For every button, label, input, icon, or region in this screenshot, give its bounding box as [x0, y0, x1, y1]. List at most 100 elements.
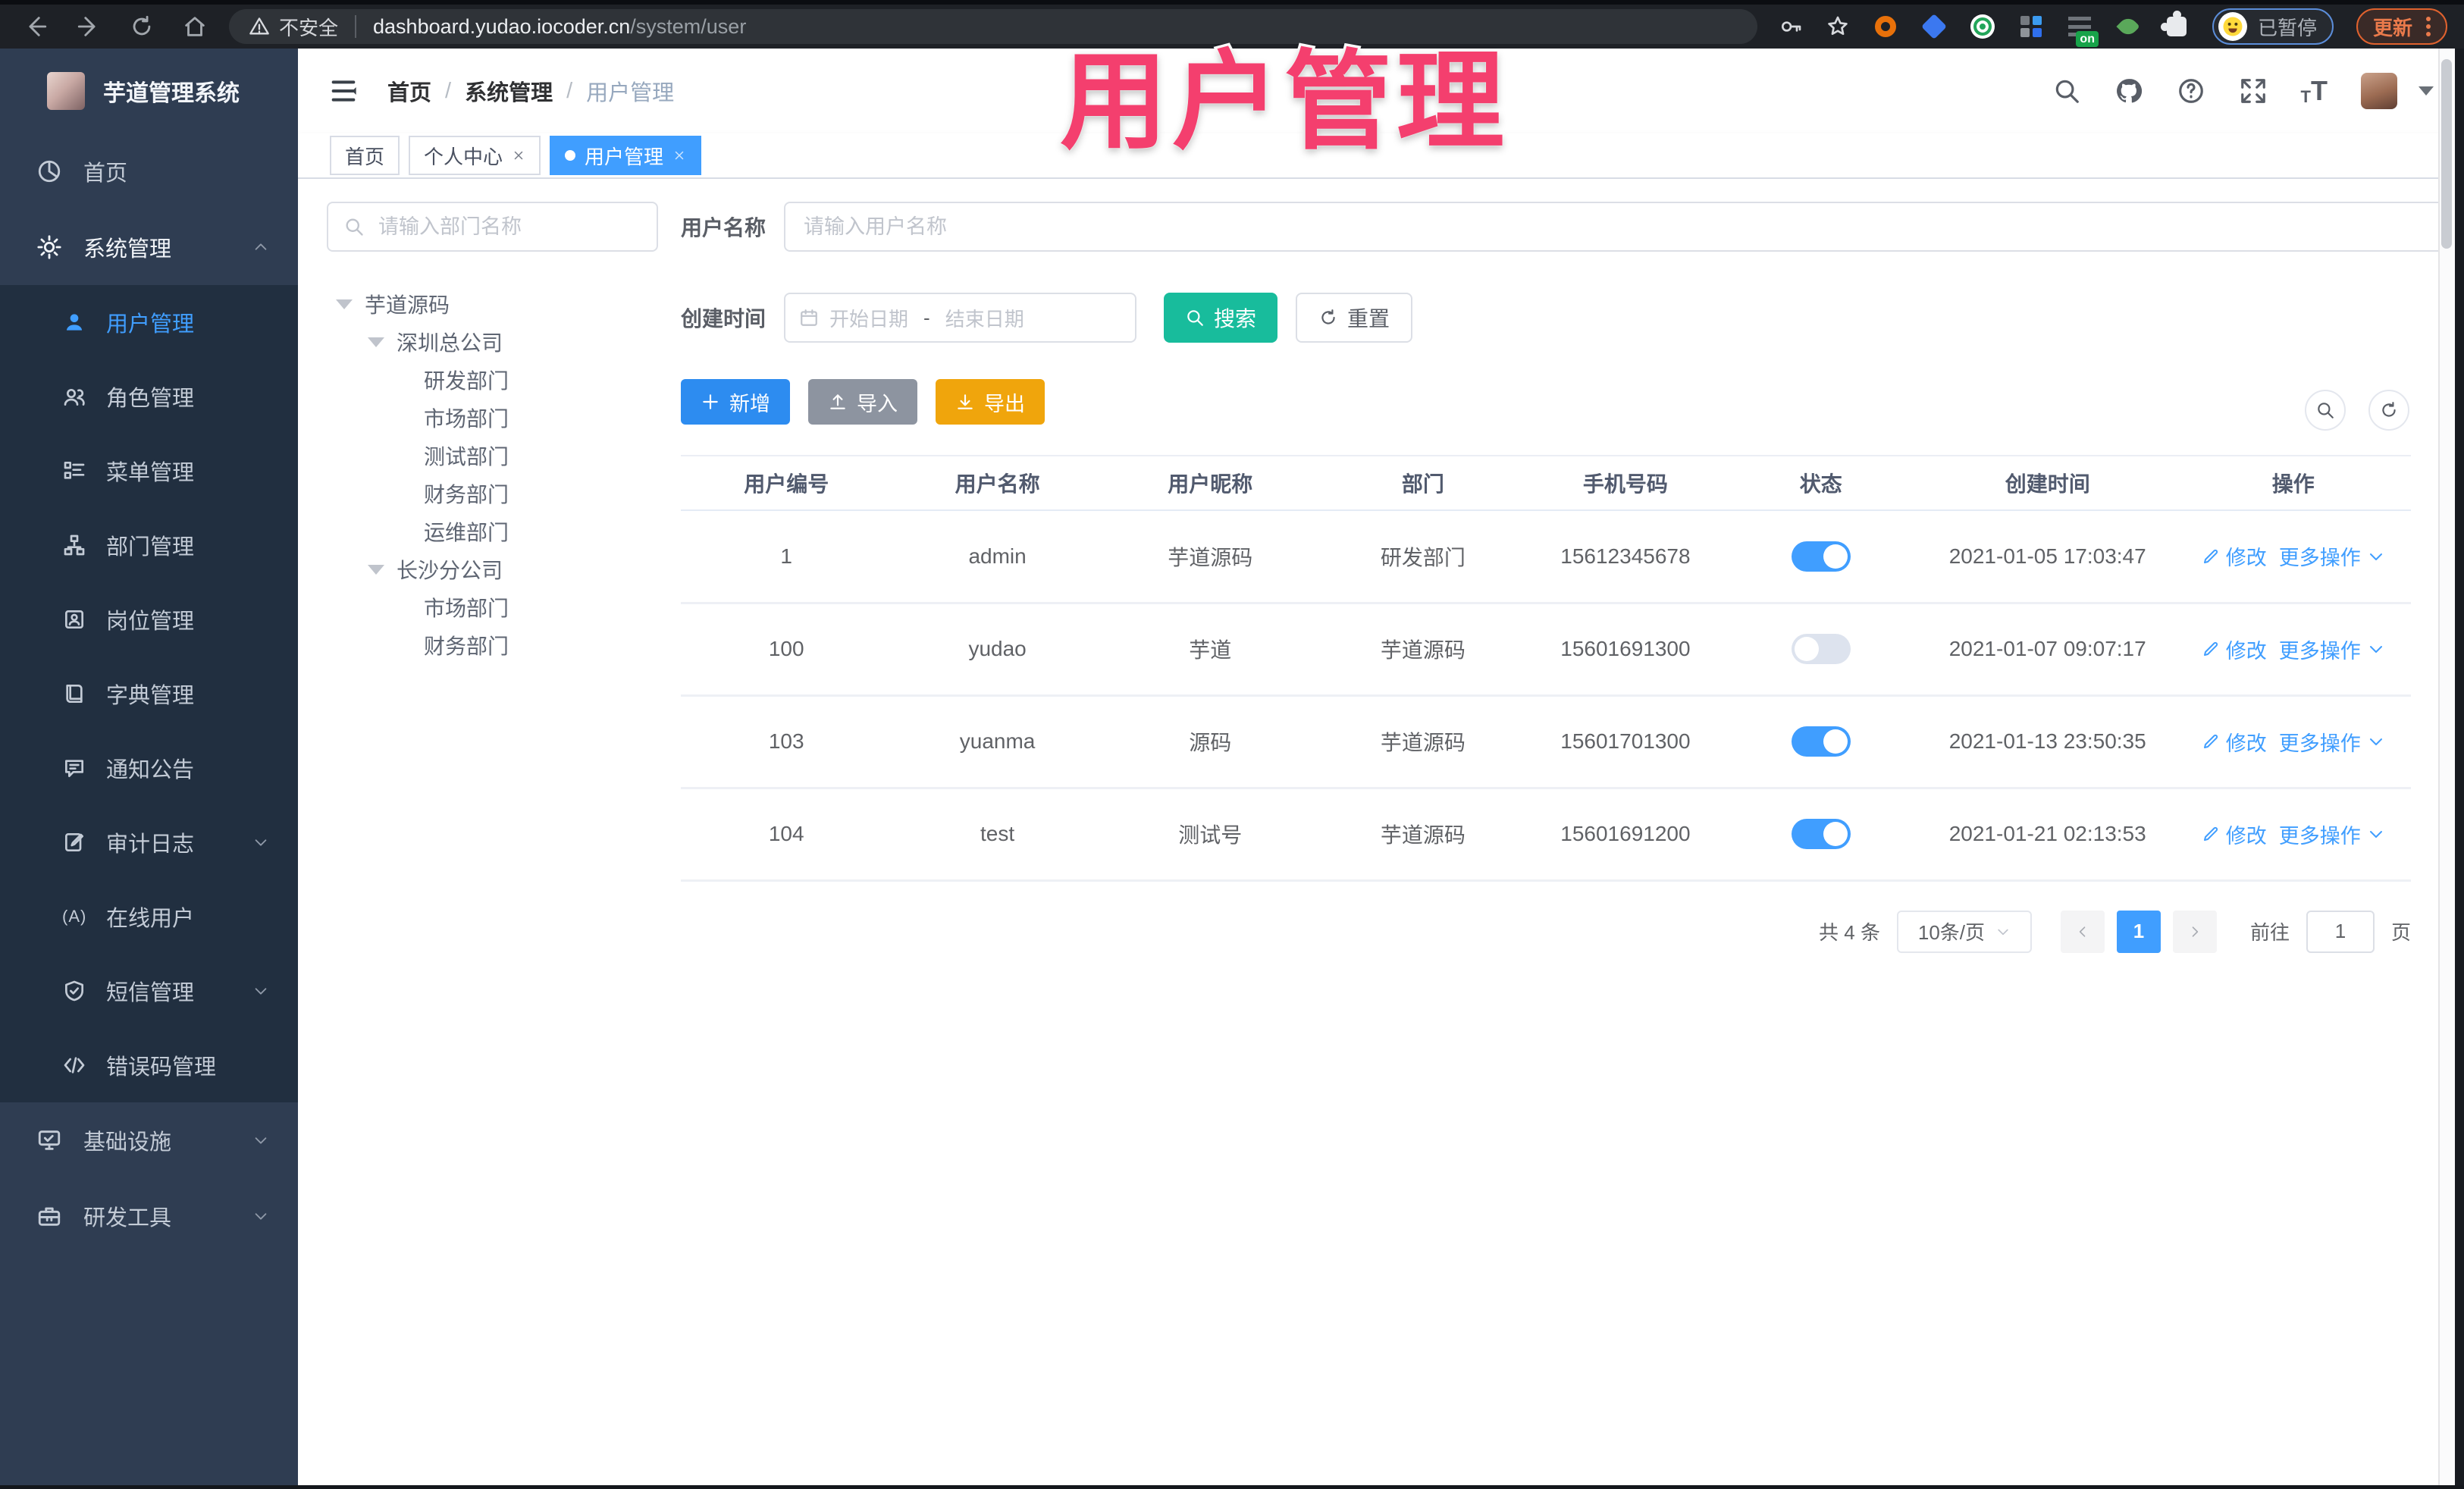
- github-icon[interactable]: [2114, 77, 2143, 105]
- extension-grid-icon[interactable]: [2018, 14, 2044, 39]
- tree-node[interactable]: 芋道源码: [327, 285, 658, 323]
- app-logo-row[interactable]: 芋道管理系统: [0, 49, 298, 133]
- collapse-sidebar-icon[interactable]: [328, 76, 359, 106]
- home-icon[interactable]: [182, 14, 208, 39]
- sidebar-item-system[interactable]: 系统管理: [0, 209, 298, 285]
- update-button[interactable]: 更新: [2356, 8, 2447, 45]
- show-search-button[interactable]: [2305, 390, 2346, 431]
- edit-link[interactable]: 修改: [2202, 727, 2267, 757]
- goto-page-input[interactable]: [2306, 910, 2375, 953]
- extensions-puzzle-icon[interactable]: [2160, 11, 2190, 39]
- security-label[interactable]: 不安全: [279, 13, 338, 41]
- breadcrumb-system[interactable]: 系统管理: [465, 75, 553, 107]
- search-icon[interactable]: [2052, 77, 2081, 105]
- extension-green-circle-icon[interactable]: [1970, 14, 1995, 39]
- close-icon[interactable]: [512, 149, 525, 162]
- edit-link[interactable]: 修改: [2202, 820, 2267, 849]
- forward-icon[interactable]: [76, 14, 102, 39]
- username-input[interactable]: [784, 202, 2464, 252]
- sidebar-item-online-users[interactable]: (A) 在线用户: [0, 879, 298, 954]
- caret-icon[interactable]: [336, 299, 353, 309]
- active-dot: [565, 150, 576, 161]
- sidebar-item-sms-mgmt[interactable]: 短信管理: [0, 954, 298, 1028]
- tree-node[interactable]: 财务部门: [327, 626, 658, 664]
- extension-switch-icon[interactable]: on: [2067, 14, 2099, 47]
- tree-node[interactable]: 长沙分公司: [327, 550, 658, 588]
- caret-icon[interactable]: [368, 564, 384, 575]
- reload-icon[interactable]: [129, 14, 155, 39]
- sidebar-item-menu-mgmt[interactable]: 菜单管理: [0, 434, 298, 508]
- avatar-caret-icon[interactable]: [2419, 86, 2434, 96]
- star-icon[interactable]: [1826, 14, 1850, 39]
- scrollbar-thumb[interactable]: [2441, 59, 2452, 249]
- calendar-icon: [801, 309, 817, 326]
- sidebar-item-user-mgmt[interactable]: 用户管理: [0, 285, 298, 359]
- sidebar-item-dict-mgmt[interactable]: 字典管理: [0, 657, 298, 731]
- sidebar-item-dept-mgmt[interactable]: 部门管理: [0, 508, 298, 582]
- font-size-icon[interactable]: TT: [2301, 75, 2328, 107]
- profile-paused-badge[interactable]: 已暂停: [2212, 8, 2334, 45]
- more-actions-link[interactable]: 更多操作: [2279, 820, 2385, 849]
- tab-profile[interactable]: 个人中心: [409, 136, 541, 175]
- url-bar[interactable]: 不安全 dashboard.yudao.iocoder.cn /system/u…: [229, 9, 1757, 44]
- sidebar-item-devtools[interactable]: 研发工具: [0, 1178, 298, 1254]
- key-icon[interactable]: [1779, 14, 1803, 39]
- close-icon[interactable]: [672, 149, 686, 162]
- url-host[interactable]: dashboard.yudao.iocoder.cn: [373, 15, 630, 39]
- extension-orange-icon[interactable]: [1873, 14, 1898, 39]
- chevron-down-icon: [2369, 553, 2382, 560]
- browser-menu-icon[interactable]: [2426, 17, 2431, 36]
- tree-node[interactable]: 市场部门: [327, 399, 658, 437]
- extension-gem-icon[interactable]: [1920, 14, 1947, 39]
- edit-link[interactable]: 修改: [2202, 635, 2267, 664]
- sidebar-item-role-mgmt[interactable]: 角色管理: [0, 359, 298, 434]
- breadcrumb-home[interactable]: 首页: [387, 75, 431, 107]
- more-actions-link[interactable]: 更多操作: [2279, 635, 2385, 664]
- tree-node[interactable]: 市场部门: [327, 588, 658, 626]
- tree-node[interactable]: 财务部门: [327, 475, 658, 513]
- user-avatar[interactable]: [2361, 73, 2397, 109]
- sidebar-item-notice[interactable]: 通知公告: [0, 731, 298, 805]
- fullscreen-icon[interactable]: [2239, 77, 2268, 105]
- export-button[interactable]: 导出: [936, 379, 1045, 425]
- sidebar-item-home[interactable]: 首页: [0, 133, 298, 209]
- date-range-picker[interactable]: 开始日期 - 结束日期: [784, 293, 1137, 343]
- status-toggle[interactable]: [1791, 634, 1851, 664]
- edit-link[interactable]: 修改: [2202, 541, 2267, 571]
- tree-node[interactable]: 深圳总公司: [327, 323, 658, 361]
- page-1-button[interactable]: 1: [2116, 910, 2161, 953]
- dept-search-input[interactable]: [327, 202, 658, 252]
- refresh-button[interactable]: [2368, 390, 2409, 431]
- sidebar-item-audit-log[interactable]: 审计日志: [0, 805, 298, 879]
- status-toggle[interactable]: [1791, 819, 1851, 849]
- add-button[interactable]: 新增: [681, 379, 790, 425]
- tree-node[interactable]: 测试部门: [327, 437, 658, 475]
- back-icon[interactable]: [23, 14, 49, 39]
- search-button[interactable]: 搜索: [1164, 293, 1278, 343]
- help-icon[interactable]: [2177, 77, 2205, 105]
- tab-user-mgmt[interactable]: 用户管理: [550, 136, 702, 175]
- tree-node[interactable]: 研发部门: [327, 361, 658, 399]
- sidebar-item-post-mgmt[interactable]: 岗位管理: [0, 582, 298, 657]
- next-page-button[interactable]: [2172, 910, 2217, 953]
- prev-page-button[interactable]: [2060, 910, 2105, 953]
- scrollbar[interactable]: [2438, 49, 2455, 1489]
- window-edge-right: [2455, 49, 2464, 1489]
- caret-icon[interactable]: [368, 337, 384, 347]
- status-toggle[interactable]: [1791, 726, 1851, 757]
- tree-node[interactable]: 运维部门: [327, 513, 658, 550]
- reset-button[interactable]: 重置: [1296, 293, 1413, 343]
- extension-sprout-icon[interactable]: [2115, 14, 2141, 39]
- more-actions-link[interactable]: 更多操作: [2279, 727, 2385, 757]
- sidebar-item-infra[interactable]: 基础设施: [0, 1102, 298, 1178]
- status-toggle[interactable]: [1791, 541, 1851, 572]
- more-actions-link[interactable]: 更多操作: [2279, 541, 2385, 571]
- dashboard-icon: [38, 160, 61, 183]
- import-button[interactable]: 导入: [808, 379, 917, 425]
- tab-home[interactable]: 首页: [330, 136, 400, 175]
- sidebar-item-error-code[interactable]: 错误码管理: [0, 1028, 298, 1102]
- url-path[interactable]: /system/user: [630, 15, 746, 39]
- date-start-placeholder[interactable]: 开始日期: [829, 304, 908, 332]
- date-end-placeholder[interactable]: 结束日期: [945, 304, 1024, 332]
- page-size-select[interactable]: 10条/页: [1896, 910, 2032, 953]
